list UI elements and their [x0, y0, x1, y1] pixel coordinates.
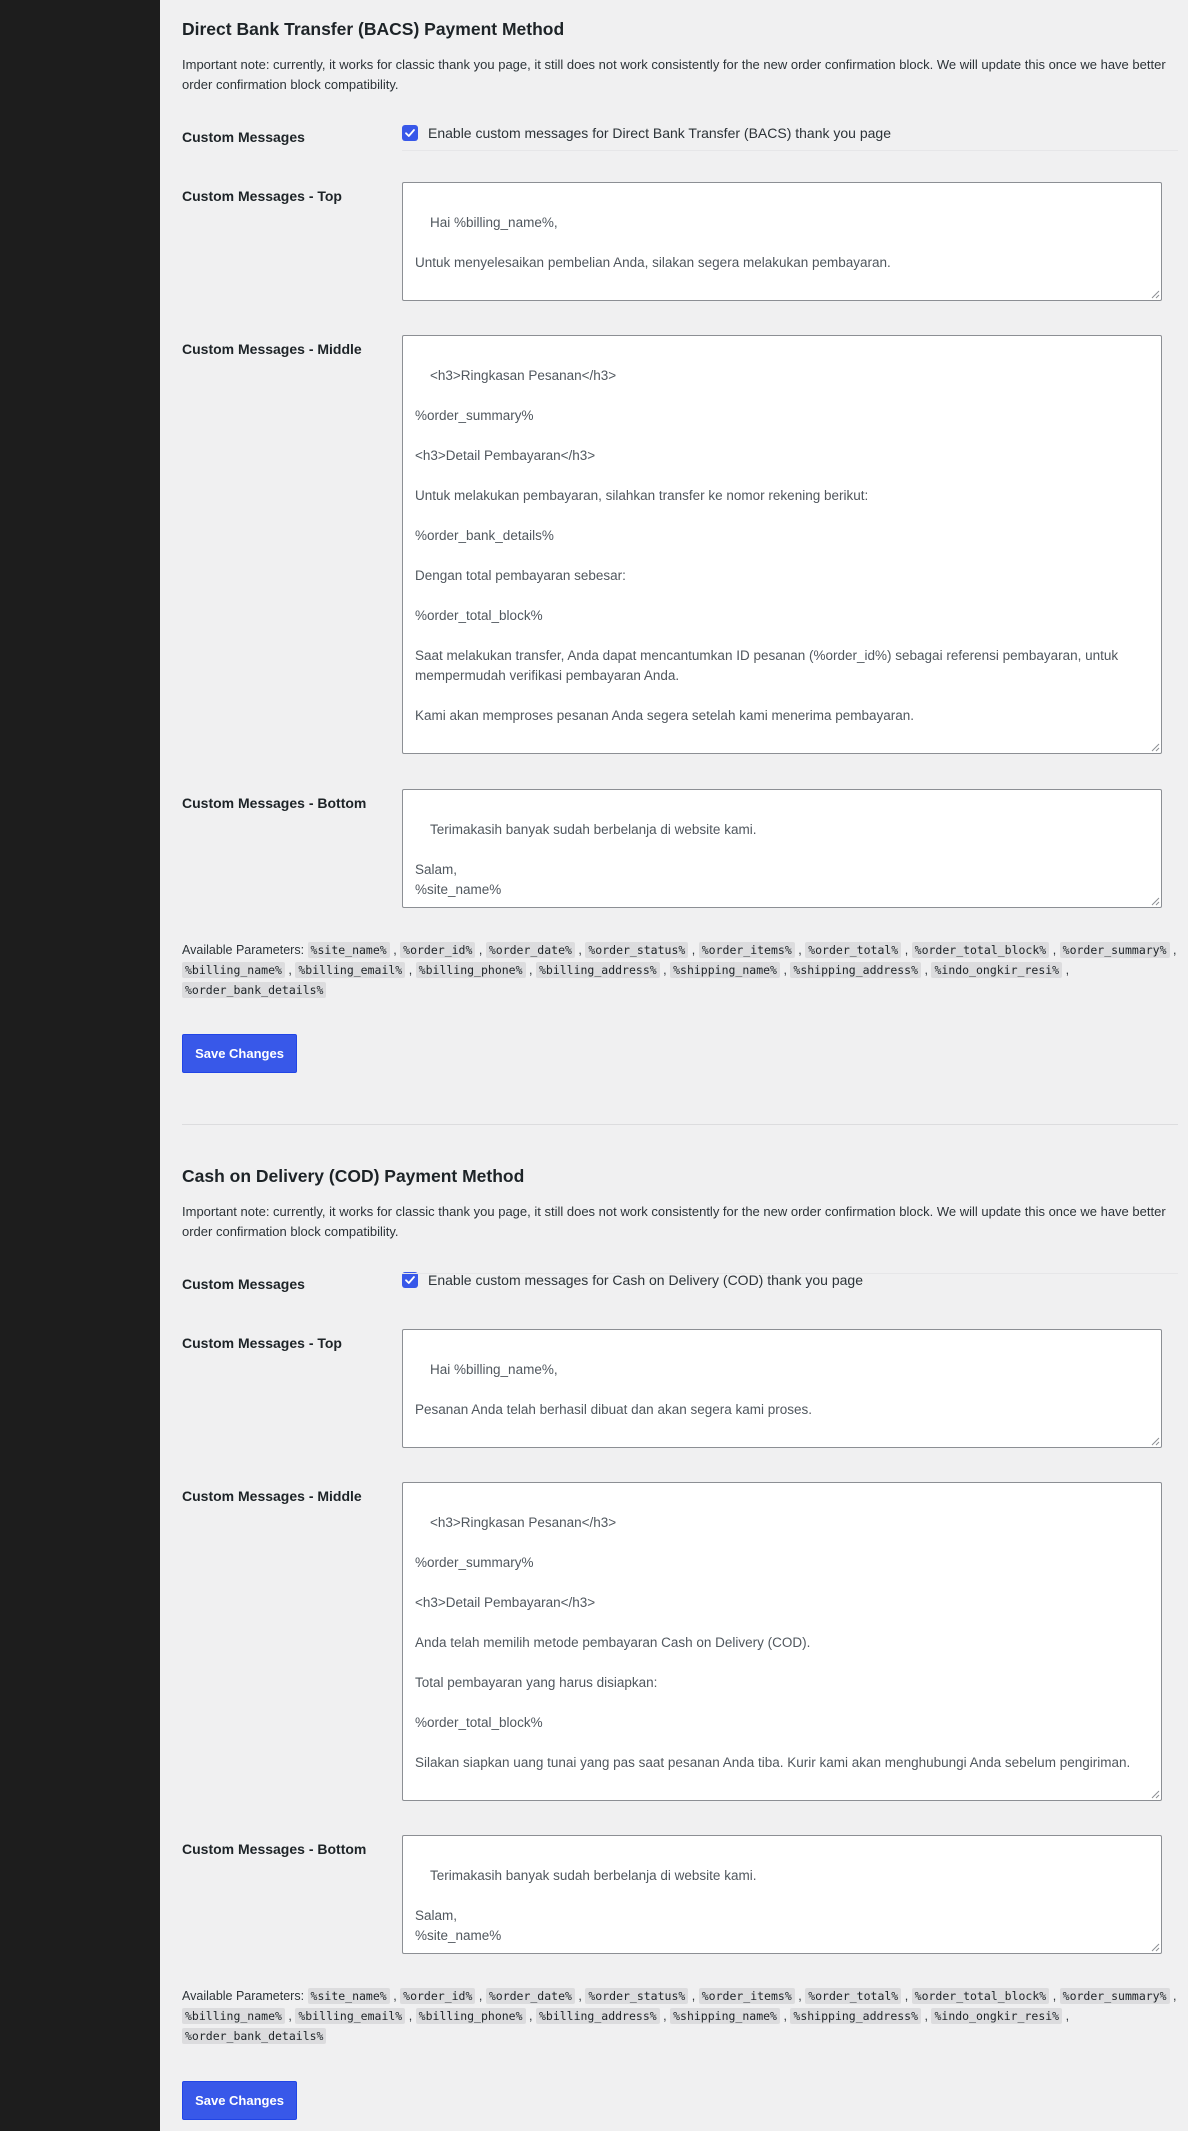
bacs-bottom-textarea-value: Terimakasih banyak sudah berbelanja di w… [415, 822, 757, 897]
parameter-chip: %order_id% [400, 942, 476, 958]
parameter-chip: %billing_email% [295, 2008, 406, 2024]
cod-available-parameters: Available Parameters: %site_name% , %ord… [182, 1986, 1182, 2046]
parameter-chip: %order_id% [400, 1988, 476, 2004]
cod-middle-textarea[interactable]: <h3>Ringkasan Pesanan</h3> %order_summar… [402, 1482, 1162, 1801]
cod-top-textarea[interactable]: Hai %billing_name%, Pesanan Anda telah b… [402, 1329, 1162, 1448]
resize-grip-icon[interactable] [1150, 289, 1160, 299]
bacs-param-list: %site_name% , %order_id% , %order_date% … [182, 942, 1176, 998]
bacs-save-button[interactable]: Save Changes [182, 1034, 297, 1073]
parameter-chip: %shipping_address% [790, 2008, 922, 2024]
cod-custom-messages-label: Custom Messages [182, 1276, 305, 1292]
parameter-chip: %shipping_address% [790, 962, 922, 978]
parameter-chip: %order_total_block% [911, 942, 1050, 958]
params-label: Available Parameters: [182, 1989, 305, 2003]
cod-middle-label: Custom Messages - Middle [182, 1488, 362, 1504]
parameter-chip: %order_total_block% [911, 1988, 1050, 2004]
parameter-chip: %order_date% [485, 1988, 575, 2004]
parameter-chip: %billing_address% [535, 2008, 660, 2024]
cod-section-title: Cash on Delivery (COD) Payment Method [182, 1166, 525, 1186]
bacs-middle-textarea[interactable]: <h3>Ringkasan Pesanan</h3> %order_summar… [402, 335, 1162, 754]
parameter-chip: %billing_address% [535, 962, 660, 978]
bacs-top-textarea[interactable]: Hai %billing_name%, Untuk menyelesaikan … [402, 182, 1162, 301]
parameter-chip: %order_summary% [1059, 942, 1170, 958]
cod-enable-checkbox-row[interactable]: Enable custom messages for Cash on Deliv… [402, 1272, 863, 1288]
parameter-chip: %indo_ongkir_resi% [931, 962, 1063, 978]
bacs-top-textarea-value: Hai %billing_name%, Untuk menyelesaikan … [415, 215, 891, 270]
cod-bottom-textarea[interactable]: Terimakasih banyak sudah berbelanja di w… [402, 1835, 1162, 1954]
parameter-chip: %order_bank_details% [182, 982, 327, 998]
parameter-chip: %site_name% [307, 942, 390, 958]
bacs-bottom-textarea[interactable]: Terimakasih banyak sudah berbelanja di w… [402, 789, 1162, 908]
bacs-enable-checkbox-row[interactable]: Enable custom messages for Direct Bank T… [402, 125, 891, 141]
bacs-custom-messages-label: Custom Messages [182, 129, 305, 145]
resize-grip-icon[interactable] [1150, 1942, 1160, 1952]
parameter-chip: %billing_name% [182, 962, 285, 978]
parameter-chip: %shipping_name% [670, 2008, 780, 2024]
resize-grip-icon[interactable] [1150, 742, 1160, 752]
parameter-chip: %order_items% [698, 1988, 795, 2004]
resize-grip-icon[interactable] [1150, 1436, 1160, 1446]
cod-save-button[interactable]: Save Changes [182, 2081, 297, 2120]
parameter-chip: %order_total% [805, 942, 902, 958]
parameter-chip: %order_date% [485, 942, 575, 958]
parameter-chip: %order_status% [585, 942, 689, 958]
cod-important-note: Important note: currently, it works for … [182, 1204, 1166, 1239]
cod-bottom-textarea-value: Terimakasih banyak sudah berbelanja di w… [415, 1868, 757, 1943]
parameter-chip: %billing_phone% [415, 962, 526, 978]
bacs-middle-label: Custom Messages - Middle [182, 341, 362, 357]
bacs-bottom-label: Custom Messages - Bottom [182, 795, 367, 811]
parameter-chip: %order_items% [698, 942, 795, 958]
bacs-top-label: Custom Messages - Top [182, 188, 342, 204]
bacs-row-divider [402, 150, 1178, 151]
resize-grip-icon[interactable] [1150, 1789, 1160, 1799]
bacs-important-note: Important note: currently, it works for … [182, 57, 1166, 92]
bacs-checkbox-label: Enable custom messages for Direct Bank T… [428, 125, 891, 141]
parameter-chip: %site_name% [307, 1988, 390, 2004]
cod-enable-checkbox[interactable] [402, 1272, 418, 1288]
parameter-chip: %shipping_name% [670, 962, 780, 978]
cod-top-textarea-value: Hai %billing_name%, Pesanan Anda telah b… [415, 1362, 813, 1417]
bacs-middle-textarea-value: <h3>Ringkasan Pesanan</h3> %order_summar… [415, 368, 1119, 723]
parameter-chip: %indo_ongkir_resi% [931, 2008, 1063, 2024]
bacs-enable-checkbox[interactable] [402, 125, 418, 141]
cod-row-divider [402, 1273, 1178, 1274]
cod-top-label: Custom Messages - Top [182, 1335, 342, 1351]
cod-checkbox-label: Enable custom messages for Cash on Deliv… [428, 1272, 863, 1288]
checkmark-icon [405, 129, 415, 137]
parameter-chip: %order_bank_details% [182, 2028, 327, 2044]
parameter-chip: %billing_name% [182, 2008, 285, 2024]
params-label: Available Parameters: [182, 943, 305, 957]
cod-bottom-label: Custom Messages - Bottom [182, 1841, 367, 1857]
cod-middle-textarea-value: <h3>Ringkasan Pesanan</h3> %order_summar… [415, 1515, 1131, 1770]
checkmark-icon [405, 1276, 415, 1284]
resize-grip-icon[interactable] [1150, 896, 1160, 906]
parameter-chip: %order_total% [805, 1988, 902, 2004]
bacs-section-title: Direct Bank Transfer (BACS) Payment Meth… [182, 19, 565, 39]
cod-param-list: %site_name% , %order_id% , %order_date% … [182, 1988, 1176, 2044]
parameter-chip: %billing_email% [295, 962, 406, 978]
section-divider [182, 1124, 1178, 1125]
parameter-chip: %billing_phone% [415, 2008, 526, 2024]
parameter-chip: %order_status% [585, 1988, 689, 2004]
parameter-chip: %order_summary% [1059, 1988, 1170, 2004]
bacs-available-parameters: Available Parameters: %site_name% , %ord… [182, 940, 1182, 1000]
admin-sidebar [0, 0, 160, 2131]
